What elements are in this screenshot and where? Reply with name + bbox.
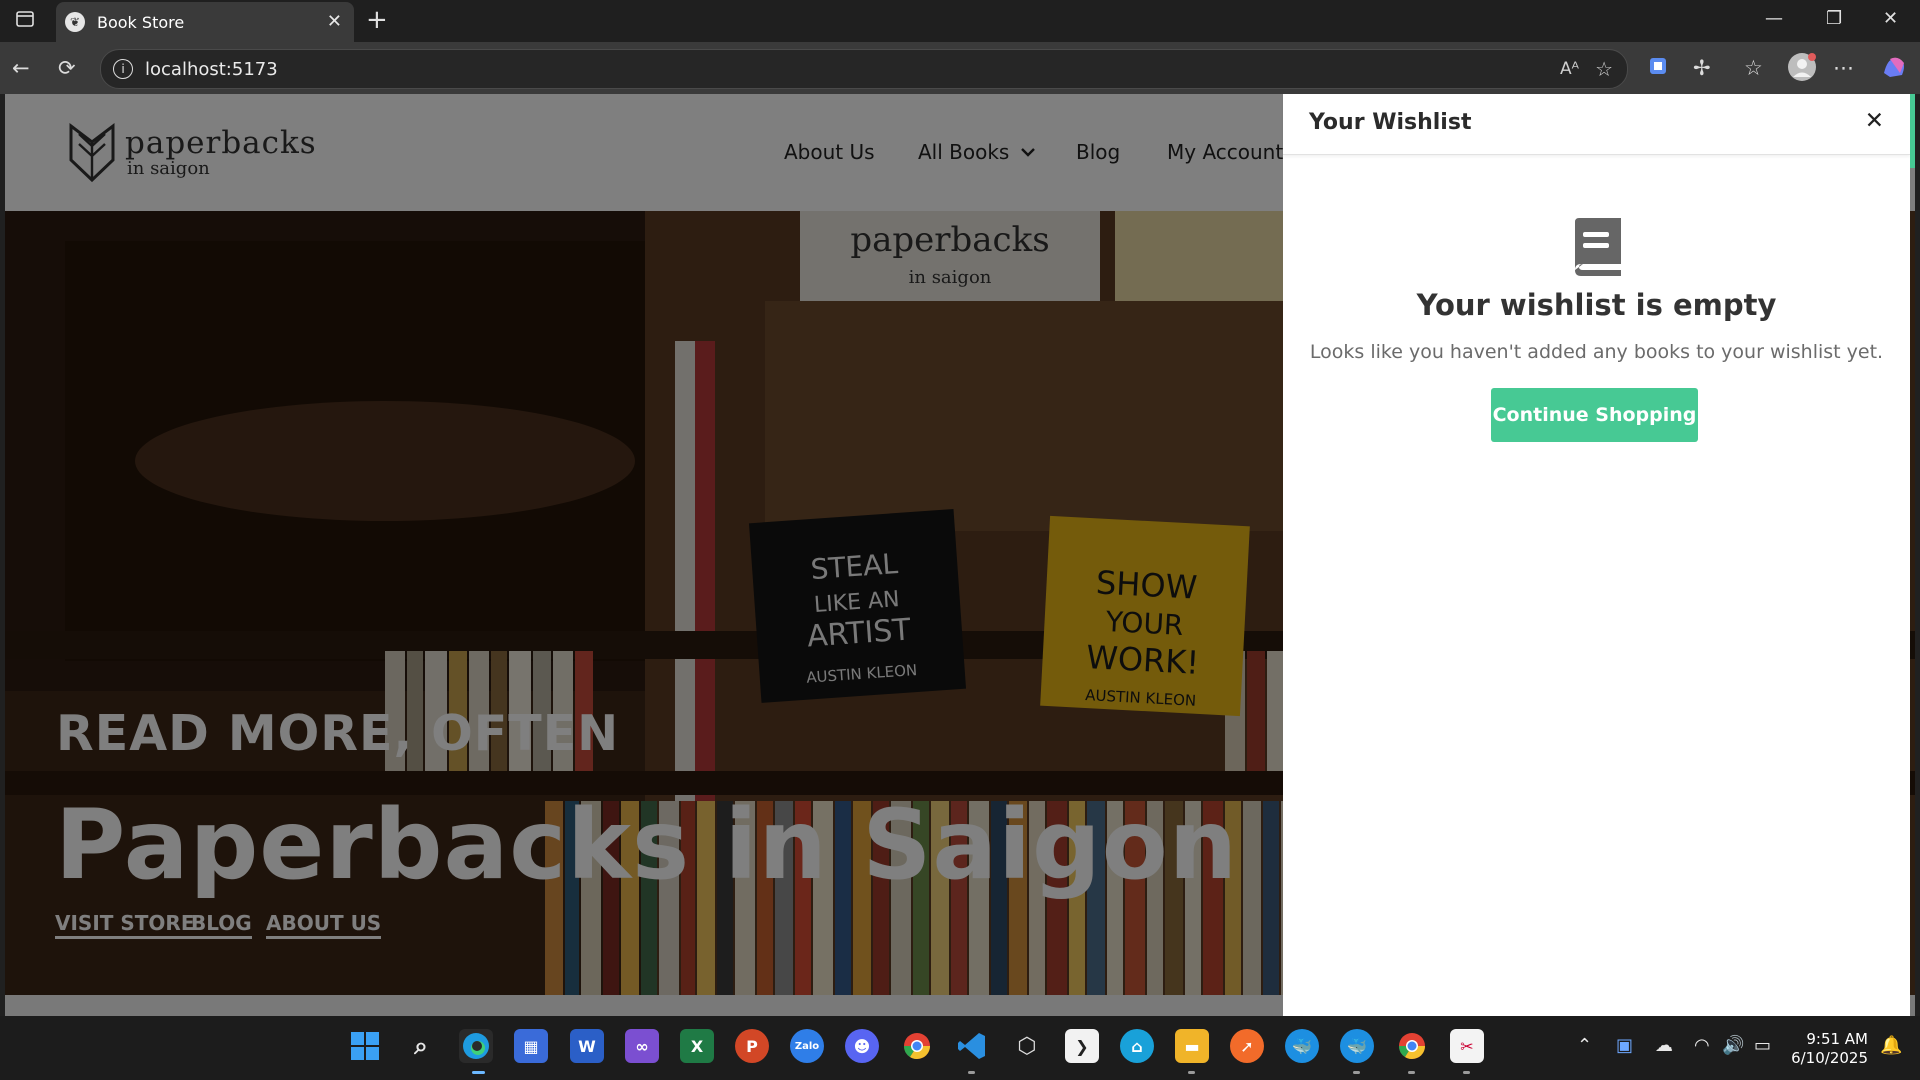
book-icon xyxy=(1569,216,1625,282)
wishlist-title: Your Wishlist xyxy=(1309,110,1472,135)
minimize-icon[interactable]: — xyxy=(1765,8,1783,29)
running-indicator xyxy=(1188,1071,1195,1074)
wishlist-drawer: Your Wishlist ✕ Your wishlist is empty L… xyxy=(1283,94,1910,1016)
running-indicator xyxy=(1408,1071,1415,1074)
remote-app-icon[interactable]: ⌂ xyxy=(1120,1029,1154,1063)
excel-icon[interactable]: X xyxy=(680,1029,714,1063)
taskbar: ⌕ ▦ W ∞ X P Zalo ☻ ⬡ ❯ ⌂ ▬ ➚ 🐳 🐳 ✂ ⌃ ▣ ☁… xyxy=(0,1016,1920,1080)
scrollbar-accent[interactable] xyxy=(1910,94,1915,168)
tab-actions-icon[interactable] xyxy=(15,9,35,34)
wishlist-header: Your Wishlist ✕ xyxy=(1283,94,1910,155)
system-clock[interactable]: 9:51 AM 6/10/2025 xyxy=(1791,1030,1868,1068)
edge-browser-icon[interactable] xyxy=(459,1029,493,1063)
extensions-icon[interactable]: ✢ xyxy=(1693,56,1711,80)
refresh-icon[interactable]: ⟳ xyxy=(58,56,76,80)
wifi-icon[interactable]: ◠ xyxy=(1694,1035,1710,1056)
site-info-icon[interactable]: i xyxy=(113,59,133,79)
running-indicator xyxy=(1463,1071,1470,1074)
empty-state-title: Your wishlist is empty xyxy=(1416,288,1777,322)
favorites-icon[interactable]: ☆ xyxy=(1744,56,1763,80)
back-icon[interactable]: ← xyxy=(12,56,30,80)
volume-icon[interactable]: 🔊 xyxy=(1722,1035,1744,1056)
unity-icon[interactable]: ⬡ xyxy=(1010,1029,1044,1063)
favorite-star-icon[interactable]: ☆ xyxy=(1595,57,1613,81)
copilot-icon[interactable] xyxy=(1880,53,1908,86)
onedrive-cloud-icon[interactable]: ☁ xyxy=(1655,1035,1673,1056)
postman-icon[interactable]: ➚ xyxy=(1230,1029,1264,1063)
microsoft-store-icon[interactable]: ▦ xyxy=(514,1029,548,1063)
extension-square-icon[interactable] xyxy=(1648,56,1668,81)
new-tab-icon[interactable]: + xyxy=(366,5,388,35)
clock-time: 9:51 AM xyxy=(1806,1030,1868,1048)
clock-date: 6/10/2025 xyxy=(1791,1049,1868,1067)
tab-close-icon[interactable]: ✕ xyxy=(327,11,342,32)
tray-app-icon[interactable]: ▣ xyxy=(1616,1035,1633,1056)
browser-tab[interactable]: ❦ Book Store ✕ xyxy=(56,2,354,42)
snipping-tool-icon[interactable]: ✂ xyxy=(1450,1029,1484,1063)
browser-toolbar: ← ⟳ i localhost:5173 Aᴬ ☆ ✢ ☆ ⋯ xyxy=(0,42,1920,94)
chrome-icon-2[interactable] xyxy=(1395,1029,1429,1063)
discord-icon[interactable]: ☻ xyxy=(845,1029,879,1063)
address-bar[interactable]: i localhost:5173 Aᴬ ☆ xyxy=(100,49,1628,89)
visual-studio-icon[interactable]: ∞ xyxy=(625,1029,659,1063)
book-favicon-icon: ❦ xyxy=(65,12,85,32)
docker-icon[interactable]: 🐳 xyxy=(1285,1029,1319,1063)
notification-bell-icon[interactable]: 🔔 xyxy=(1880,1035,1902,1056)
chrome-icon[interactable] xyxy=(900,1029,934,1063)
file-explorer-icon[interactable]: ▬ xyxy=(1175,1029,1209,1063)
chevron-up-icon[interactable]: ⌃ xyxy=(1577,1035,1592,1056)
continue-shopping-button[interactable]: Continue Shopping xyxy=(1491,388,1698,442)
url-text: localhost:5173 xyxy=(145,58,278,80)
running-indicator xyxy=(968,1071,975,1074)
more-options-icon[interactable]: ⋯ xyxy=(1833,56,1854,80)
powerpoint-icon[interactable]: P xyxy=(735,1029,769,1063)
read-aloud-icon[interactable]: Aᴬ xyxy=(1560,59,1579,79)
empty-state-message: Looks like you haven't added any books t… xyxy=(1309,341,1884,363)
windows-start-icon[interactable] xyxy=(348,1029,382,1063)
running-indicator xyxy=(1353,1071,1360,1074)
battery-icon[interactable]: ▭ xyxy=(1754,1035,1771,1056)
terminal-app-icon[interactable]: ❯ xyxy=(1065,1029,1099,1063)
close-icon[interactable]: ✕ xyxy=(1865,108,1884,134)
vscode-icon[interactable] xyxy=(955,1029,989,1063)
profile-avatar[interactable] xyxy=(1787,52,1817,87)
docker-desktop-icon[interactable]: 🐳 xyxy=(1340,1029,1374,1063)
restore-icon[interactable]: ❐ xyxy=(1826,8,1842,29)
zalo-icon[interactable]: Zalo xyxy=(790,1029,824,1063)
active-app-indicator xyxy=(472,1071,485,1074)
page-viewport: paperbacks in saigon About Us All Books … xyxy=(5,94,1915,1016)
browser-titlebar: ❦ Book Store ✕ + — ❐ ✕ xyxy=(0,0,1920,42)
tab-title: Book Store xyxy=(97,12,185,32)
window-close-icon[interactable]: ✕ xyxy=(1883,8,1898,29)
word-icon[interactable]: W xyxy=(570,1029,604,1063)
search-icon[interactable]: ⌕ xyxy=(404,1029,438,1063)
